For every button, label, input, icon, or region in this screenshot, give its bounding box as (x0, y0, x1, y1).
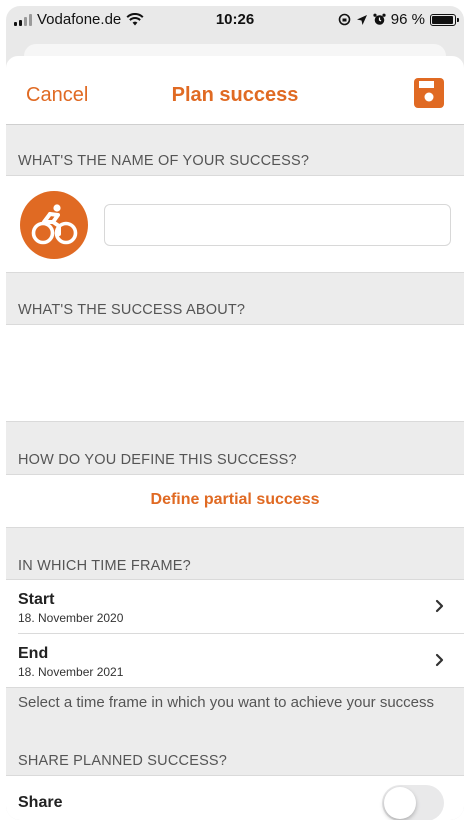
success-name-input[interactable] (104, 204, 451, 246)
navigation-bar: Cancel Plan success (6, 56, 464, 125)
about-textarea[interactable] (6, 324, 464, 422)
phone-screen: Vodafone.de 10:26 96 % Cancel Plan succe… (6, 6, 464, 820)
start-label: Start (18, 591, 55, 608)
page-title: Plan success (171, 84, 299, 106)
orientation-lock-icon (338, 13, 351, 26)
define-section-header: HOW DO YOU DEFINE THIS SUCCESS? (18, 452, 297, 468)
battery-percent: 96 % (390, 11, 425, 28)
toggle-knob (384, 787, 416, 819)
chevron-right-icon (435, 653, 444, 667)
define-panel: Define partial success (6, 474, 464, 528)
name-section-header: WHAT'S THE NAME OF YOUR SUCCESS? (18, 153, 310, 169)
timeframe-section-header: IN WHICH TIME FRAME? (18, 558, 191, 574)
start-date-value: 18. November 2020 (18, 611, 124, 625)
alarm-icon (373, 13, 386, 25)
timeframe-hint: Select a time frame in which you want to… (18, 694, 435, 711)
share-section-header: SHARE PLANNED SUCCESS? (18, 753, 228, 769)
plan-success-sheet: Cancel Plan success WHAT'S THE NAME OF Y… (6, 56, 464, 820)
timeframe-panel: Start 18. November 2020 End 18. November… (6, 579, 464, 688)
status-bar: Vodafone.de 10:26 96 % (6, 6, 464, 40)
define-partial-success-button[interactable]: Define partial success (6, 491, 464, 509)
save-button[interactable] (414, 78, 444, 108)
end-label: End (18, 645, 49, 662)
activity-avatar[interactable] (20, 191, 88, 259)
share-panel: Share (6, 775, 464, 820)
name-panel (6, 175, 464, 273)
cyclist-icon (31, 204, 78, 245)
location-icon (356, 14, 367, 25)
about-section-header: WHAT'S THE SUCCESS ABOUT? (18, 302, 246, 318)
battery-icon (430, 13, 459, 26)
status-right: 96 % (338, 11, 459, 28)
start-date-row[interactable]: Start 18. November 2020 (6, 580, 464, 634)
floppy-disk-icon (414, 78, 444, 108)
end-date-row[interactable]: End 18. November 2021 (6, 634, 464, 688)
end-date-value: 18. November 2021 (18, 665, 124, 679)
share-toggle[interactable] (382, 785, 444, 820)
chevron-right-icon (435, 599, 444, 613)
share-label: Share (18, 794, 63, 811)
